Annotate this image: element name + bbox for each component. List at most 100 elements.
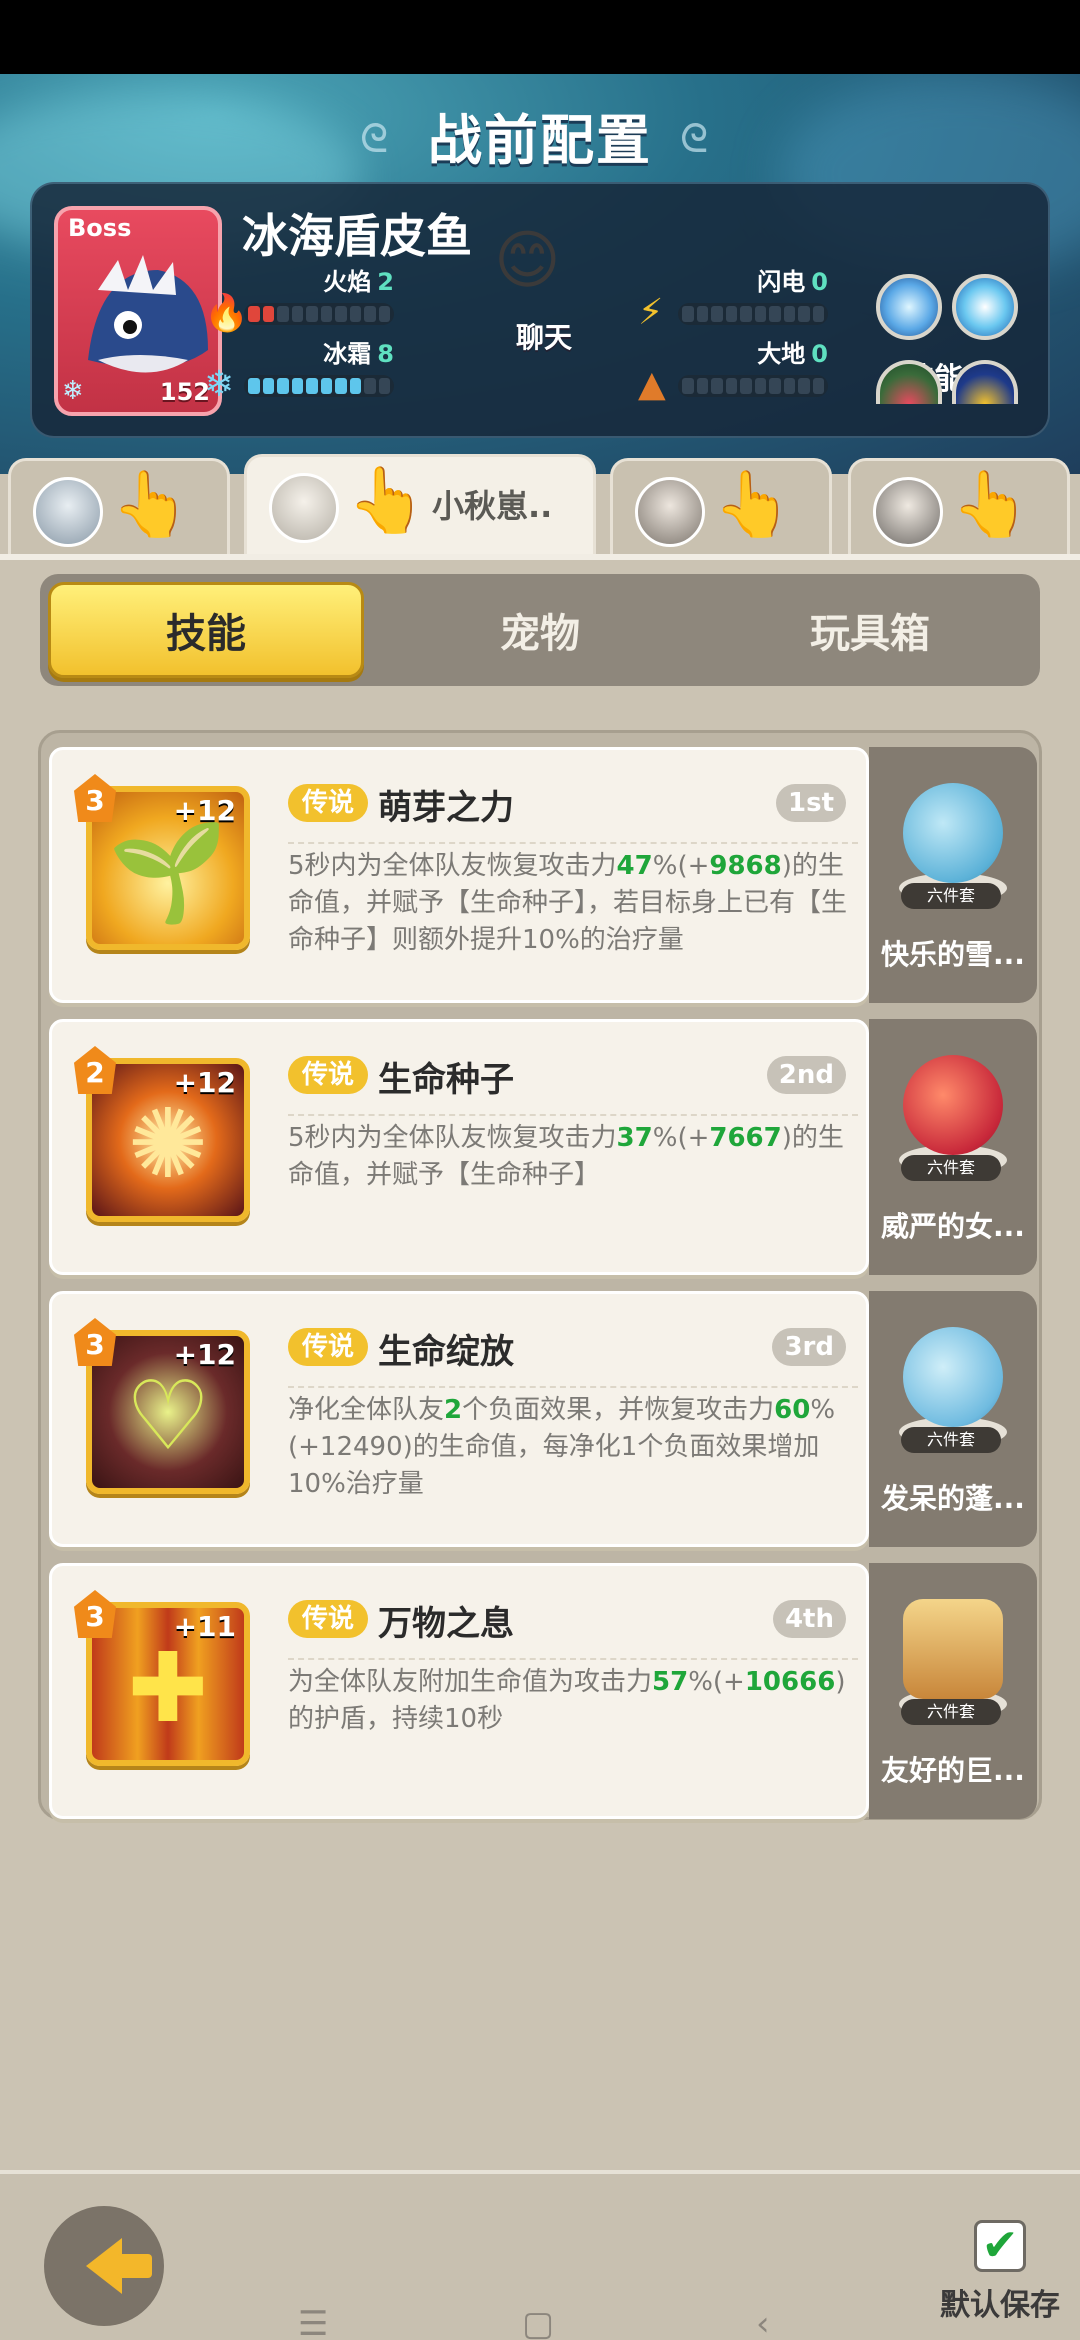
desc-text: %(+ [652, 1123, 710, 1153]
element-fire: 🔥 火焰 2 [204, 262, 394, 334]
skill-name: 万物之息 [378, 1604, 514, 1644]
element-bar [244, 303, 394, 325]
rarity-badge: 传说 [288, 1056, 369, 1094]
boss-avatar[interactable]: Boss ❄ 152 [54, 206, 222, 416]
bar-segment [740, 378, 752, 394]
tab-pets[interactable]: 宠物 [375, 574, 705, 686]
bar-segment [740, 306, 752, 322]
bar-segment [349, 378, 361, 394]
bar-segment [320, 306, 332, 322]
bar-segment [783, 306, 795, 322]
bar-segment [725, 306, 737, 322]
desc-highlight: 60 [774, 1395, 811, 1425]
skill-card[interactable]: ✚ +11 3 传说 万物之息 4th 为全体队友附加生命值为攻击力57%(+1… [49, 1563, 869, 1819]
hand-cursor-icon: 👆 [111, 468, 191, 542]
bar-segment [769, 378, 781, 394]
bar-segment [783, 378, 795, 394]
skill-rank: 4th [772, 1600, 846, 1638]
bar-segment [725, 378, 737, 394]
pet-slot[interactable]: 六件套 发呆的蓬... [869, 1291, 1037, 1547]
chat-button[interactable]: 😊 聊天 [484, 224, 604, 354]
fire-icon: 🔥 [204, 293, 249, 334]
skill-card[interactable]: ✺ +12 2 传说 生命种子 2nd 5秒内为全体队友恢复攻击力37%(+76… [49, 1019, 869, 1275]
pet-name: 威严的女... [881, 1210, 1025, 1243]
frost-element-icon: ❄ [62, 376, 84, 406]
bar-segment [306, 306, 318, 322]
pet-name: 快乐的雪... [881, 938, 1025, 971]
cross-heal-icon: ✚ [127, 1632, 209, 1744]
menu-icon[interactable]: ☰ [298, 2304, 328, 2340]
bar-segment [262, 378, 274, 394]
system-nav-bar: ☰ ▢ ‹ [0, 2300, 1080, 2340]
skill-plus-level: +11 [173, 1610, 236, 1643]
element-bar [678, 375, 828, 397]
skill-row[interactable]: ♡ +12 3 传说 生命绽放 3rd 净化全体队友2个负面效果，并恢复攻击力6… [49, 1291, 1037, 1547]
bar-segment [364, 306, 376, 322]
status-bar [0, 0, 1080, 74]
pet-slot[interactable]: 六件套 快乐的雪... [869, 747, 1037, 1003]
hand-cursor-icon: 👆 [951, 468, 1031, 542]
bar-segment [349, 306, 361, 322]
back-arrow-icon [86, 2238, 152, 2294]
element-value: 0 [811, 268, 828, 296]
tab-toybox[interactable]: 玩具箱 [705, 574, 1035, 686]
skill-name: 生命绽放 [378, 1332, 514, 1372]
boss-skill-icon[interactable] [952, 274, 1018, 340]
desc-highlight: 7667 [709, 1123, 782, 1153]
skill-list: 🌱 +12 3 传说 萌芽之力 1st 5秒内为全体队友恢复攻击力47%(+98… [38, 730, 1042, 1820]
element-bar [678, 303, 828, 325]
desc-text: 为全体队友附加生命值为攻击力 [288, 1667, 653, 1697]
skill-plus-level: +12 [173, 794, 236, 827]
desc-text: 5秒内为全体队友恢复攻击力 [288, 851, 617, 881]
desc-highlight: 37 [616, 1123, 653, 1153]
bar-segment [248, 378, 260, 394]
pet-image [893, 1307, 1013, 1447]
boss-name: 冰海盾皮鱼 [242, 209, 472, 263]
back-nav-icon[interactable]: ‹ [756, 2304, 770, 2340]
bar-segment [798, 306, 810, 322]
player-tab-3[interactable]: 👆 [610, 458, 832, 558]
bar-segment [754, 378, 766, 394]
skill-row[interactable]: 🌱 +12 3 传说 萌芽之力 1st 5秒内为全体队友恢复攻击力47%(+98… [49, 747, 1037, 1003]
desc-highlight: 10666 [744, 1667, 836, 1697]
skill-level-badge: 3 [74, 774, 116, 822]
element-frost: ❄ 冰霜 8 [204, 334, 394, 405]
element-value: 0 [811, 340, 828, 368]
lightning-icon: ⚡ [638, 292, 664, 333]
element-label: 大地 [757, 340, 806, 368]
player-tab-1[interactable]: 👆 [8, 458, 230, 558]
desc-highlight: 2 [444, 1395, 463, 1425]
bar-segment [711, 306, 723, 322]
skill-level-badge: 3 [74, 1590, 116, 1638]
desc-text: 5秒内为全体队友恢复攻击力 [288, 1123, 617, 1153]
pet-set-label: 六件套 [901, 1699, 1001, 1725]
skill-row[interactable]: ✚ +11 3 传说 万物之息 4th 为全体队友附加生命值为攻击力57%(+1… [49, 1563, 1037, 1819]
skill-row[interactable]: ✺ +12 2 传说 生命种子 2nd 5秒内为全体队友恢复攻击力37%(+76… [49, 1019, 1037, 1275]
bar-segment [812, 378, 824, 394]
skill-name: 萌芽之力 [378, 788, 514, 828]
pet-name: 发呆的蓬... [881, 1482, 1025, 1515]
player-tabs: 👆 👆 小秋崽.. 👆 👆 [0, 454, 1080, 562]
skill-card[interactable]: ♡ +12 3 传说 生命绽放 3rd 净化全体队友2个负面效果，并恢复攻击力6… [49, 1291, 869, 1547]
pet-slot[interactable]: 六件套 友好的巨... [869, 1563, 1037, 1819]
bar-segment [277, 306, 289, 322]
header: ᘓ ᘓ 战前配置 Boss ❄ 152 冰海盾皮鱼 🔥 火焰 2 ⚡ 闪电 0 ❄ [0, 74, 1080, 474]
heart-flower-icon: ♡ [124, 1360, 212, 1472]
element-label: 火焰 [323, 268, 372, 296]
skill-level-badge: 2 [74, 1046, 116, 1094]
boss-skill-icon[interactable] [876, 274, 942, 340]
skill-card[interactable]: 🌱 +12 3 传说 萌芽之力 1st 5秒内为全体队友恢复攻击力47%(+98… [49, 747, 869, 1003]
player-tab-4[interactable]: 👆 [848, 458, 1070, 558]
skill-rank: 3rd [772, 1328, 846, 1366]
pet-slot[interactable]: 六件套 威严的女... [869, 1019, 1037, 1275]
player-tab-2[interactable]: 👆 小秋崽.. [244, 454, 596, 562]
home-icon[interactable]: ▢ [522, 2304, 554, 2340]
checkbox-icon[interactable]: ✔ [974, 2220, 1026, 2272]
element-value: 8 [377, 340, 394, 368]
sprout-icon: 🌱 [108, 816, 228, 928]
bar-segment [798, 378, 810, 394]
element-earth: ▲ 大地 0 [638, 334, 828, 405]
snowflake-icon: ❄ [204, 364, 235, 405]
chat-emoji-icon: 😊 [494, 224, 561, 298]
tab-skills[interactable]: 技能 [48, 582, 364, 678]
